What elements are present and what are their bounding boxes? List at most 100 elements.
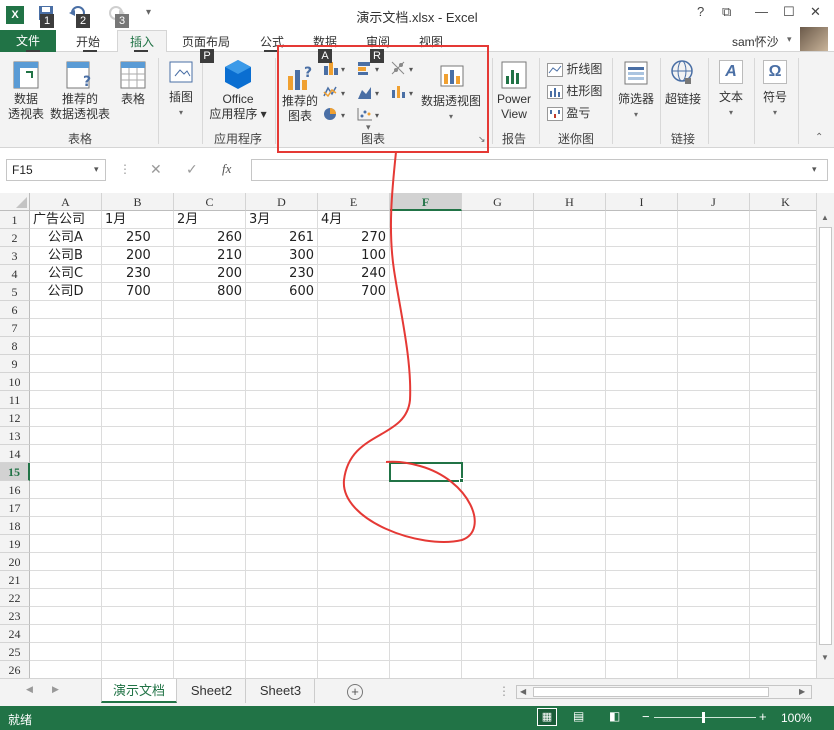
table-cell[interactable] bbox=[606, 265, 678, 283]
row-header[interactable]: 20 bbox=[0, 553, 30, 571]
table-cell[interactable] bbox=[462, 553, 534, 571]
stock-chart-icon[interactable]: ▾ bbox=[390, 84, 418, 103]
table-cell[interactable] bbox=[750, 643, 816, 661]
row-header[interactable]: 13 bbox=[0, 427, 30, 445]
table-cell[interactable] bbox=[678, 499, 750, 517]
table-cell[interactable] bbox=[174, 589, 246, 607]
table-cell[interactable] bbox=[318, 643, 390, 661]
table-cell[interactable] bbox=[606, 643, 678, 661]
table-cell[interactable] bbox=[462, 247, 534, 265]
table-cell[interactable]: 270 bbox=[318, 229, 390, 247]
table-cell[interactable] bbox=[750, 229, 816, 247]
table-cell[interactable] bbox=[462, 589, 534, 607]
row-header[interactable]: 21 bbox=[0, 571, 30, 589]
table-cell[interactable] bbox=[318, 625, 390, 643]
table-cell[interactable] bbox=[606, 229, 678, 247]
table-cell[interactable] bbox=[534, 337, 606, 355]
table-cell[interactable] bbox=[318, 535, 390, 553]
table-cell[interactable] bbox=[678, 337, 750, 355]
table-cell[interactable]: 800 bbox=[174, 283, 246, 301]
table-cell[interactable] bbox=[30, 373, 102, 391]
table-cell[interactable] bbox=[30, 391, 102, 409]
row-header[interactable]: 6 bbox=[0, 301, 30, 319]
expand-formula-icon[interactable]: ▾ bbox=[812, 164, 817, 175]
table-cell[interactable] bbox=[318, 463, 390, 481]
table-cell[interactable] bbox=[174, 517, 246, 535]
table-cell[interactable] bbox=[102, 409, 174, 427]
office-apps-button[interactable]: Office 应用程序 ▾ bbox=[206, 58, 270, 122]
table-cell[interactable] bbox=[102, 445, 174, 463]
table-cell[interactable]: 261 bbox=[246, 229, 318, 247]
table-cell[interactable] bbox=[678, 517, 750, 535]
table-cell[interactable] bbox=[246, 517, 318, 535]
page-layout-view-icon[interactable]: ▤ bbox=[573, 709, 584, 723]
table-cell[interactable] bbox=[102, 535, 174, 553]
row-header[interactable]: 1 bbox=[0, 211, 30, 229]
table-cell[interactable] bbox=[750, 319, 816, 337]
table-cell[interactable]: 600 bbox=[246, 283, 318, 301]
scroll-up-icon[interactable]: ▲ bbox=[821, 213, 829, 222]
table-cell[interactable] bbox=[606, 283, 678, 301]
table-cell[interactable] bbox=[174, 481, 246, 499]
table-cell[interactable] bbox=[318, 553, 390, 571]
table-cell[interactable] bbox=[246, 553, 318, 571]
table-cell[interactable] bbox=[390, 211, 462, 229]
table-cell[interactable]: 公司A bbox=[30, 229, 102, 247]
table-cell[interactable] bbox=[534, 571, 606, 589]
table-cell[interactable]: 210 bbox=[174, 247, 246, 265]
tab-file[interactable]: 文件 bbox=[0, 30, 56, 52]
table-cell[interactable] bbox=[30, 535, 102, 553]
table-cell[interactable] bbox=[750, 481, 816, 499]
column-header[interactable]: C bbox=[174, 193, 246, 211]
pivot-table-button[interactable]: 数据 透视表 bbox=[4, 58, 48, 122]
table-cell[interactable] bbox=[30, 463, 102, 481]
sheet-prev-icon[interactable]: ◀ bbox=[26, 684, 33, 695]
table-cell[interactable] bbox=[750, 661, 816, 678]
tab-view[interactable]: 视图 bbox=[419, 33, 443, 50]
table-cell[interactable] bbox=[534, 373, 606, 391]
table-cell[interactable] bbox=[606, 427, 678, 445]
table-cell[interactable] bbox=[750, 283, 816, 301]
table-cell[interactable] bbox=[174, 373, 246, 391]
table-cell[interactable] bbox=[534, 589, 606, 607]
table-cell[interactable] bbox=[462, 337, 534, 355]
table-cell[interactable] bbox=[534, 499, 606, 517]
table-cell[interactable] bbox=[390, 319, 462, 337]
table-cell[interactable] bbox=[750, 553, 816, 571]
table-cell[interactable] bbox=[102, 607, 174, 625]
table-cell[interactable] bbox=[30, 571, 102, 589]
pie-chart-icon[interactable]: ▾ bbox=[322, 106, 350, 125]
table-cell[interactable] bbox=[462, 463, 534, 481]
table-cell[interactable]: 260 bbox=[174, 229, 246, 247]
table-cell[interactable] bbox=[606, 409, 678, 427]
table-cell[interactable] bbox=[246, 661, 318, 678]
table-cell[interactable]: 广告公司 bbox=[30, 211, 102, 229]
normal-view-icon[interactable]: ▦ bbox=[537, 708, 557, 726]
table-cell[interactable] bbox=[30, 607, 102, 625]
table-cell[interactable] bbox=[462, 211, 534, 229]
user-name[interactable]: sam怀沙 bbox=[732, 33, 779, 50]
table-cell[interactable] bbox=[750, 571, 816, 589]
column-header[interactable]: K bbox=[750, 193, 816, 211]
table-cell[interactable] bbox=[390, 643, 462, 661]
table-cell[interactable] bbox=[246, 445, 318, 463]
enter-icon[interactable]: ✓ bbox=[186, 161, 198, 178]
table-cell[interactable] bbox=[390, 337, 462, 355]
table-cell[interactable] bbox=[462, 427, 534, 445]
table-cell[interactable] bbox=[390, 589, 462, 607]
table-cell[interactable] bbox=[606, 571, 678, 589]
table-cell[interactable] bbox=[390, 247, 462, 265]
table-cell[interactable] bbox=[30, 337, 102, 355]
zoom-level[interactable]: 100% bbox=[781, 711, 812, 725]
scroll-down-icon[interactable]: ▼ bbox=[821, 653, 829, 662]
table-cell[interactable] bbox=[174, 319, 246, 337]
table-cell[interactable] bbox=[534, 607, 606, 625]
table-cell[interactable]: 100 bbox=[318, 247, 390, 265]
slicer-button[interactable]: 筛选器 ▾ bbox=[615, 58, 657, 122]
table-cell[interactable] bbox=[606, 553, 678, 571]
recommended-pivot-button[interactable]: ? 推荐的 数据透视表 bbox=[48, 58, 112, 122]
table-cell[interactable] bbox=[606, 661, 678, 678]
line-chart-icon[interactable]: ▾ bbox=[322, 84, 350, 103]
column-header[interactable]: E bbox=[318, 193, 390, 211]
table-cell[interactable] bbox=[462, 499, 534, 517]
